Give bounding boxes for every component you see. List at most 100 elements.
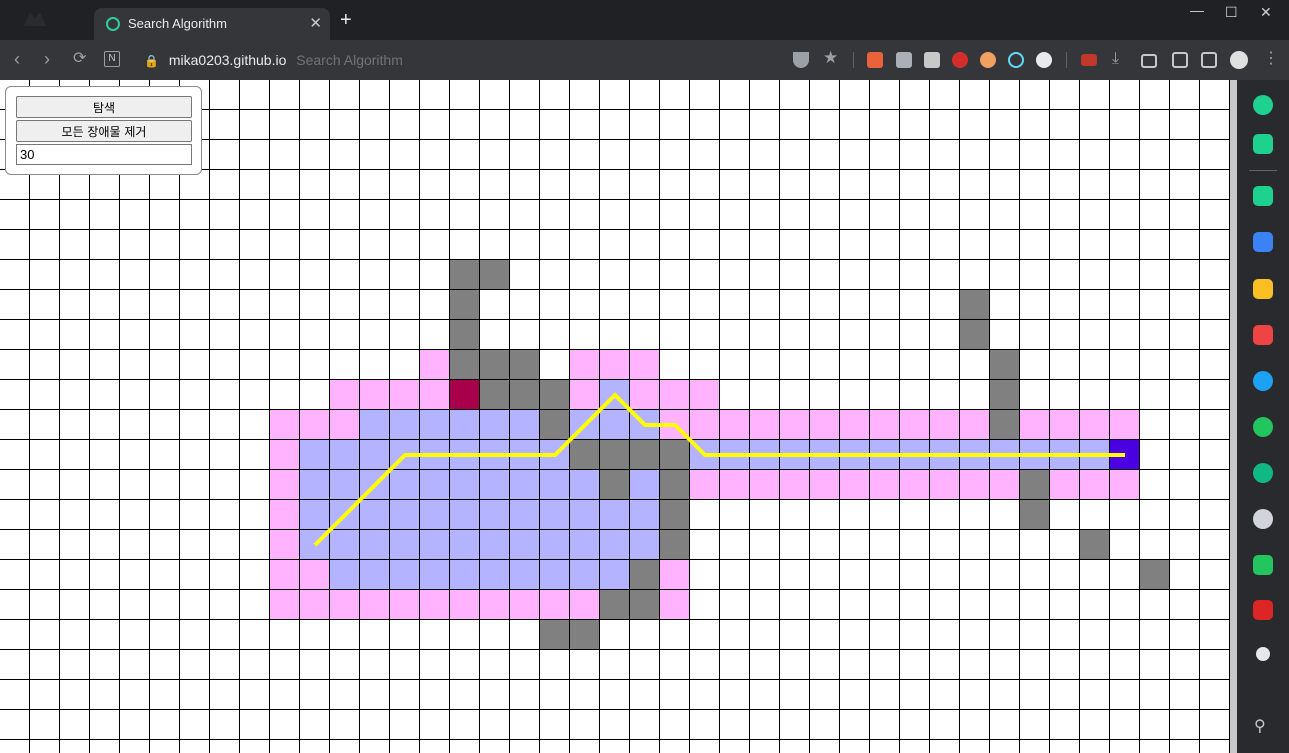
grid-cell-closed[interactable]	[420, 410, 450, 440]
grid-cell-empty[interactable]	[0, 740, 30, 753]
grid-cell-empty[interactable]	[750, 260, 780, 290]
grid-cell-empty[interactable]	[390, 710, 420, 740]
grid-cell-empty[interactable]	[1140, 230, 1170, 260]
grid-cell-empty[interactable]	[690, 230, 720, 260]
grid-cell-closed[interactable]	[690, 440, 720, 470]
grid-cell-open[interactable]	[420, 380, 450, 410]
grid-cell-empty[interactable]	[90, 350, 120, 380]
hand-extension-icon[interactable]	[896, 52, 912, 68]
grid-cell-empty[interactable]	[870, 710, 900, 740]
grid-cell-empty[interactable]	[870, 590, 900, 620]
grid-cell-empty[interactable]	[810, 140, 840, 170]
grid-cell-empty[interactable]	[300, 80, 330, 110]
grid-cell-empty[interactable]	[300, 740, 330, 753]
grid-cell-empty[interactable]	[780, 590, 810, 620]
grid-cell-empty[interactable]	[720, 230, 750, 260]
grid-cell-empty[interactable]	[1200, 530, 1230, 560]
grid-cell-empty[interactable]	[990, 650, 1020, 680]
grid-cell-empty[interactable]	[870, 260, 900, 290]
grid-cell-empty[interactable]	[1050, 320, 1080, 350]
grid-cell-empty[interactable]	[1200, 500, 1230, 530]
maximize-icon[interactable]: ☐	[1225, 4, 1238, 21]
grid-cell-empty[interactable]	[540, 680, 570, 710]
grid-cell-empty[interactable]	[900, 620, 930, 650]
grid-cell-empty[interactable]	[0, 590, 30, 620]
grid-cell-empty[interactable]	[480, 740, 510, 753]
grid-cell-open[interactable]	[630, 380, 660, 410]
grid-cell-empty[interactable]	[0, 200, 30, 230]
grid-cell-closed[interactable]	[990, 440, 1020, 470]
grid-cell-empty[interactable]	[900, 380, 930, 410]
grid-cell-empty[interactable]	[90, 260, 120, 290]
grid-cell-empty[interactable]	[600, 680, 630, 710]
grid-cell-empty[interactable]	[690, 110, 720, 140]
grid-cell-empty[interactable]	[630, 110, 660, 140]
grid-cell-empty[interactable]	[540, 140, 570, 170]
grid-cell-empty[interactable]	[1140, 80, 1170, 110]
grid-cell-empty[interactable]	[420, 620, 450, 650]
grid-cell-closed[interactable]	[540, 530, 570, 560]
grid-cell-empty[interactable]	[1050, 290, 1080, 320]
grid-cell-empty[interactable]	[960, 260, 990, 290]
grid-cell-empty[interactable]	[0, 530, 30, 560]
grid-cell-empty[interactable]	[870, 230, 900, 260]
grid-cell-open[interactable]	[1050, 410, 1080, 440]
grid-cell-empty[interactable]	[720, 290, 750, 320]
grid-cell-empty[interactable]	[1110, 110, 1140, 140]
grid-cell-empty[interactable]	[450, 710, 480, 740]
grid-cell-empty[interactable]	[1200, 590, 1230, 620]
grid-cell-open[interactable]	[270, 530, 300, 560]
grid-cell-empty[interactable]	[570, 200, 600, 230]
grid-cell-empty[interactable]	[60, 500, 90, 530]
grid-cell-empty[interactable]	[360, 230, 390, 260]
grid-cell-empty[interactable]	[900, 710, 930, 740]
grid-cell-empty[interactable]	[990, 530, 1020, 560]
grid-cell-empty[interactable]	[150, 350, 180, 380]
grid-cell-empty[interactable]	[510, 200, 540, 230]
grid-cell-wall[interactable]	[1020, 470, 1050, 500]
grid-cell-empty[interactable]	[510, 80, 540, 110]
grid-cell-empty[interactable]	[210, 500, 240, 530]
grid-cell-closed[interactable]	[420, 500, 450, 530]
grid-cell-empty[interactable]	[1110, 170, 1140, 200]
grid-cell-empty[interactable]	[630, 320, 660, 350]
grid-cell-empty[interactable]	[300, 110, 330, 140]
grid-cell-empty[interactable]	[690, 620, 720, 650]
grid-cell-open[interactable]	[930, 410, 960, 440]
grid-cell-empty[interactable]	[300, 380, 330, 410]
grid-cell-empty[interactable]	[30, 560, 60, 590]
grid-cell-closed[interactable]	[480, 440, 510, 470]
grid-cell-empty[interactable]	[270, 680, 300, 710]
grid-cell-closed[interactable]	[570, 500, 600, 530]
grid-cell-empty[interactable]	[480, 680, 510, 710]
grid-cell-empty[interactable]	[150, 320, 180, 350]
grid-cell-empty[interactable]	[960, 110, 990, 140]
grid-cell-empty[interactable]	[240, 320, 270, 350]
grid-cell-empty[interactable]	[90, 620, 120, 650]
grid-cell-empty[interactable]	[120, 200, 150, 230]
grid-cell-open[interactable]	[330, 410, 360, 440]
grid-cell-open[interactable]	[420, 350, 450, 380]
grid-cell-empty[interactable]	[210, 230, 240, 260]
grid-cell-wall[interactable]	[540, 620, 570, 650]
grid-cell-empty[interactable]	[330, 710, 360, 740]
grid-cell-empty[interactable]	[870, 170, 900, 200]
grid-cell-empty[interactable]	[750, 590, 780, 620]
grid-cell-empty[interactable]	[750, 140, 780, 170]
grid-cell-empty[interactable]	[780, 500, 810, 530]
grid-cell-empty[interactable]	[1020, 200, 1050, 230]
grid-cell-empty[interactable]	[870, 350, 900, 380]
grid-cell-closed[interactable]	[390, 440, 420, 470]
grid-cell-empty[interactable]	[1080, 380, 1110, 410]
grid-cell-empty[interactable]	[780, 560, 810, 590]
grid-cell-empty[interactable]	[1020, 80, 1050, 110]
grid-cell-empty[interactable]	[990, 710, 1020, 740]
grid-cell-empty[interactable]	[600, 110, 630, 140]
grid-cell-empty[interactable]	[180, 740, 210, 753]
grid-cell-empty[interactable]	[690, 260, 720, 290]
grid-cell-empty[interactable]	[840, 200, 870, 230]
grid-cell-closed[interactable]	[510, 410, 540, 440]
grid-cell-empty[interactable]	[840, 560, 870, 590]
grid-cell-closed[interactable]	[480, 530, 510, 560]
grid-cell-empty[interactable]	[330, 290, 360, 320]
